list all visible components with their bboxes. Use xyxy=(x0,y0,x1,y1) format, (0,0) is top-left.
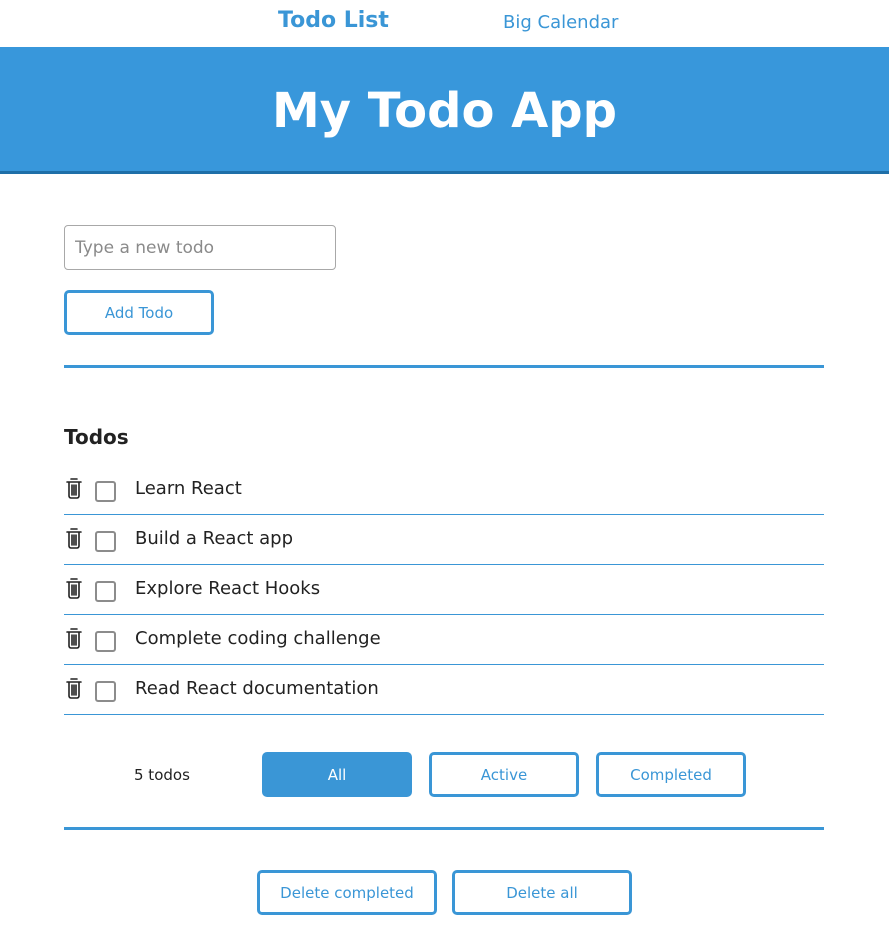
todo-item: Learn React xyxy=(64,465,824,515)
todo-item: Explore React Hooks xyxy=(64,565,824,615)
delete-all-button[interactable]: Delete all xyxy=(452,870,632,915)
new-todo-input[interactable] xyxy=(64,225,336,270)
todo-checkbox[interactable] xyxy=(95,581,116,602)
delete-completed-button[interactable]: Delete completed xyxy=(257,870,437,915)
top-navigation: Todo List Big Calendar xyxy=(0,0,889,47)
todos-heading: Todos xyxy=(64,425,129,449)
todo-text: Explore React Hooks xyxy=(135,578,321,599)
app-title: My Todo App xyxy=(271,83,618,139)
nav-link-big-calendar[interactable]: Big Calendar xyxy=(503,12,618,33)
trash-icon[interactable] xyxy=(64,627,84,649)
todo-item: Build a React app xyxy=(64,515,824,565)
todo-checkbox[interactable] xyxy=(95,681,116,702)
filter-active-button[interactable]: Active xyxy=(429,752,579,797)
app-header-banner: My Todo App xyxy=(0,47,889,174)
todo-text: Complete coding challenge xyxy=(135,628,381,649)
todo-checkbox[interactable] xyxy=(95,531,116,552)
trash-icon[interactable] xyxy=(64,577,84,599)
filter-completed-button[interactable]: Completed xyxy=(596,752,746,797)
todo-text: Learn React xyxy=(135,478,242,499)
todo-text: Build a React app xyxy=(135,528,294,549)
filter-all-button[interactable]: All xyxy=(262,752,412,797)
todo-checkbox[interactable] xyxy=(95,481,116,502)
todo-item: Read React documentation xyxy=(64,665,824,715)
todo-count: 5 todos xyxy=(134,766,190,784)
trash-icon[interactable] xyxy=(64,677,84,699)
trash-icon[interactable] xyxy=(64,477,84,499)
nav-link-todo-list[interactable]: Todo List xyxy=(278,8,389,33)
todo-text: Read React documentation xyxy=(135,678,379,699)
todo-list: Learn React Build a React app Explore Re… xyxy=(64,465,824,715)
section-divider xyxy=(64,827,824,830)
todo-item: Complete coding challenge xyxy=(64,615,824,665)
add-todo-button[interactable]: Add Todo xyxy=(64,290,214,335)
todo-checkbox[interactable] xyxy=(95,631,116,652)
section-divider xyxy=(64,365,824,368)
trash-icon[interactable] xyxy=(64,527,84,549)
